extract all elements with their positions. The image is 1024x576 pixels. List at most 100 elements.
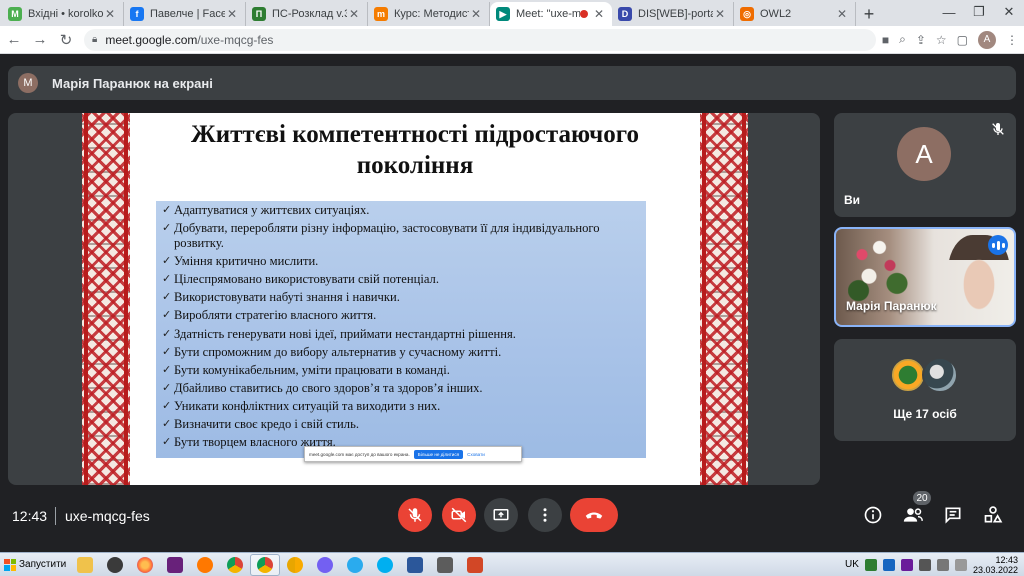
shared-slide: Життєві компетентності підростаючого пок… (82, 113, 748, 485)
slide-bullet-text: Використовувати набуті знання і навички. (174, 290, 400, 305)
browser-menu-icon[interactable]: ⋮ (1006, 33, 1018, 47)
tab-close-icon[interactable]: ✕ (469, 7, 483, 21)
checkmark-icon: ✓ (162, 309, 172, 322)
self-tile[interactable]: A Ви (834, 113, 1016, 217)
slide-bullet: ✓ Здатність генерувати нові ідеї, приймат… (162, 327, 640, 342)
tray-app-icon[interactable] (882, 558, 895, 571)
network-icon[interactable] (918, 558, 931, 571)
taskbar-skype[interactable] (370, 554, 400, 576)
minimize-icon[interactable]: — (934, 0, 964, 24)
checkmark-icon: ✓ (162, 291, 172, 304)
presentation-stage[interactable]: Життєві компетентності підростаючого пок… (8, 113, 820, 485)
checkmark-icon: ✓ (162, 345, 172, 358)
slide-bullet: ✓ Цілеспрямовано використовувати свій пот… (162, 272, 640, 287)
more-options-button[interactable] (528, 498, 562, 532)
chrome-icon (227, 556, 244, 573)
profile-avatar[interactable]: A (978, 30, 996, 49)
battery-icon[interactable] (954, 558, 967, 571)
chat-button[interactable] (941, 503, 965, 527)
tab-close-icon[interactable]: ✕ (835, 7, 849, 21)
sidebar-icon[interactable]: ▢ (957, 33, 968, 47)
browser-tab[interactable]: M Вхідні • korolko_a✕ (2, 2, 124, 26)
forward-icon[interactable]: → (28, 28, 52, 52)
tray-app-icon[interactable] (900, 558, 913, 571)
people-button[interactable] (901, 503, 925, 527)
taskbar-viber[interactable] (310, 554, 340, 576)
taskbar-media-player[interactable] (100, 554, 130, 576)
camera-toggle-button[interactable] (442, 498, 476, 532)
volume-icon[interactable] (936, 558, 949, 571)
taskbar-chrome-canary[interactable] (280, 554, 310, 576)
checkmark-icon: ✓ (162, 273, 172, 286)
taskbar-firefox[interactable] (130, 554, 160, 576)
system-clock[interactable]: 12:43 23.03.2022 (973, 555, 1018, 575)
activities-button[interactable] (981, 503, 1005, 527)
slide-bullet-text: Цілеспрямовано використовувати свій поте… (174, 272, 439, 287)
maximize-icon[interactable]: ❐ (964, 0, 994, 24)
leave-call-button[interactable] (570, 498, 618, 532)
meeting-details-button[interactable] (861, 503, 885, 527)
bookmark-star-icon[interactable]: ☆ (936, 33, 947, 47)
zoom-icon[interactable]: ⌕ (899, 32, 906, 47)
browser-tab[interactable]: m Курс: Методисти✕ (368, 2, 490, 26)
taskbar-shell[interactable] (430, 554, 460, 576)
microphone-toggle-button[interactable] (398, 498, 432, 532)
slide-bullet-text: Бути комунікабельним, уміти працювати в … (174, 362, 450, 377)
browser-tab[interactable]: ◎ OWL2 ✕ (734, 2, 856, 26)
checkmark-icon: ✓ (162, 255, 172, 268)
presenting-banner: M Марія Паранюк на екрані (8, 66, 1016, 100)
telegram-icon (347, 556, 364, 573)
clock-time: 12:43 (995, 554, 1018, 565)
others-tile[interactable]: Ще 17 осіб (834, 339, 1016, 441)
present-screen-button[interactable] (484, 498, 518, 532)
taskbar-telegram[interactable] (340, 554, 370, 576)
others-avatars (890, 357, 958, 393)
avast-icon (197, 556, 214, 573)
taskbar-explorer[interactable] (70, 554, 100, 576)
taskbar-chrome[interactable] (220, 554, 250, 576)
slide-content-box: ✓ Адаптуватися у життєвих ситуаціях. ✓ Добу… (156, 201, 646, 458)
hide-notice-button[interactable]: Сховати (467, 452, 485, 457)
window-close-icon[interactable]: ✕ (994, 0, 1024, 24)
slide-ornament-right (700, 113, 748, 485)
back-icon[interactable]: ← (2, 28, 26, 52)
schedule-icon: П (252, 7, 266, 21)
slide-bullet-text: Бути спроможним до вибору альтернатив у … (174, 344, 502, 359)
taskbar-word[interactable] (400, 554, 430, 576)
tab-close-icon[interactable]: ✕ (103, 7, 117, 21)
divider (55, 507, 56, 525)
speaker-tile[interactable]: Марія Паранюк (834, 227, 1016, 327)
taskbar-avast[interactable] (190, 554, 220, 576)
tab-close-icon[interactable]: ✕ (225, 7, 239, 21)
reload-icon[interactable]: ↻ (54, 28, 78, 52)
more-vert-icon (543, 508, 547, 522)
tab-close-icon[interactable]: ✕ (347, 7, 361, 21)
facebook-icon: f (130, 7, 144, 21)
browser-tab[interactable]: П ПС-Розклад v.3.8✕ (246, 2, 368, 26)
browser-tab[interactable]: f Павелче | Faceboo✕ (124, 2, 246, 26)
tray-app-icon[interactable] (864, 558, 877, 571)
stop-sharing-button[interactable]: Більше не ділитися (413, 449, 464, 459)
tab-title: ПС-Розклад v.3.8 (272, 8, 347, 20)
word-icon (407, 556, 424, 573)
new-tab-icon[interactable]: + (856, 2, 882, 26)
camera-permission-icon[interactable]: ■ (882, 33, 889, 47)
slide-bullet-text: Уміння критично мислити. (174, 254, 319, 269)
address-bar[interactable]: 🔒︎ meet.google.com/uxe-mqcg-fes (84, 28, 876, 51)
tab-close-icon[interactable]: ✕ (592, 7, 606, 21)
meeting-time: 12:43 (12, 508, 48, 524)
url-path: /uxe-mqcg-fes (197, 32, 274, 47)
start-button[interactable]: Запустити (0, 554, 70, 576)
browser-toolbar: ← → ↻ 🔒︎ meet.google.com/uxe-mqcg-fes ■ … (0, 26, 1024, 54)
checkmark-icon: ✓ (162, 418, 172, 431)
tab-close-icon[interactable]: ✕ (713, 7, 727, 21)
taskbar-visual-studio[interactable] (160, 554, 190, 576)
language-indicator[interactable]: UK (845, 559, 859, 570)
taskbar-powerpoint[interactable] (460, 554, 490, 576)
tab-title: Meet: "uxe-m (516, 8, 580, 20)
browser-tab[interactable]: ▶ Meet: "uxe-m ✕ (490, 2, 612, 26)
browser-tab[interactable]: D DIS[WEB]-portal ✕ (612, 2, 734, 26)
powerpoint-icon (467, 556, 484, 573)
share-icon[interactable]: ⇪ (916, 33, 926, 47)
taskbar-chrome-active[interactable] (250, 553, 281, 576)
